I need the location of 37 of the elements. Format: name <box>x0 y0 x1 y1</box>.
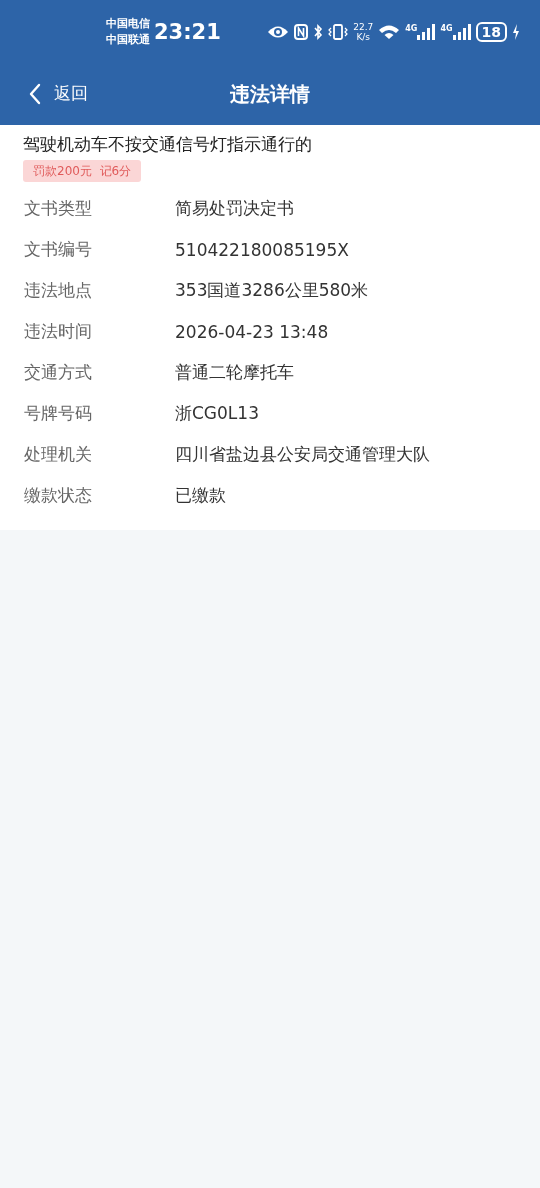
field-label: 文书类型 <box>23 197 93 220</box>
field-value: 浙CG0L13 <box>175 402 259 425</box>
eye-icon <box>267 25 290 39</box>
field-value: 510422180085195X <box>175 239 349 260</box>
speed-unit: K/s <box>356 32 370 42</box>
back-button[interactable]: 返回 <box>28 82 88 105</box>
battery-level: 18 <box>475 22 507 42</box>
signal-icon <box>452 24 471 40</box>
network-type: 4G <box>405 24 418 34</box>
field-value: 普通二轮摩托车 <box>175 361 294 384</box>
signal-icon <box>417 24 436 40</box>
field-label: 违法地点 <box>23 279 93 302</box>
carrier-name: 中国联通 <box>106 32 150 48</box>
violation-title: 驾驶机动车不按交通信号灯指示通行的 <box>22 133 313 156</box>
bluetooth-icon <box>313 24 324 40</box>
field-label: 违法时间 <box>23 320 93 343</box>
back-icon <box>28 82 42 105</box>
network-speed: 22.7 <box>353 22 374 32</box>
field-label: 文书编号 <box>23 238 93 261</box>
field-value: 已缴款 <box>175 484 226 507</box>
field-label: 号牌号码 <box>23 402 93 425</box>
status-time: 23:21 <box>154 20 221 44</box>
field-value: 简易处罚决定书 <box>175 197 294 220</box>
vibrate-icon <box>328 24 349 40</box>
field-value: 四川省盐边县公安局交通管理大队 <box>175 443 430 466</box>
field-label: 交通方式 <box>23 361 93 384</box>
charging-icon <box>512 24 520 40</box>
field-value: 353国道3286公里580米 <box>175 279 369 302</box>
nfc-icon <box>294 24 309 40</box>
page-title: 违法详情 <box>230 81 310 108</box>
network-type: 4G <box>440 24 453 34</box>
field-label: 缴款状态 <box>23 484 93 507</box>
field-label: 处理机关 <box>23 443 93 466</box>
field-value: 2026-04-23 13:48 <box>175 321 329 342</box>
penalty-tag: 罚款200元 记6分 <box>23 160 142 182</box>
carrier-name: 中国电信 <box>106 16 150 32</box>
wifi-icon <box>378 24 401 40</box>
